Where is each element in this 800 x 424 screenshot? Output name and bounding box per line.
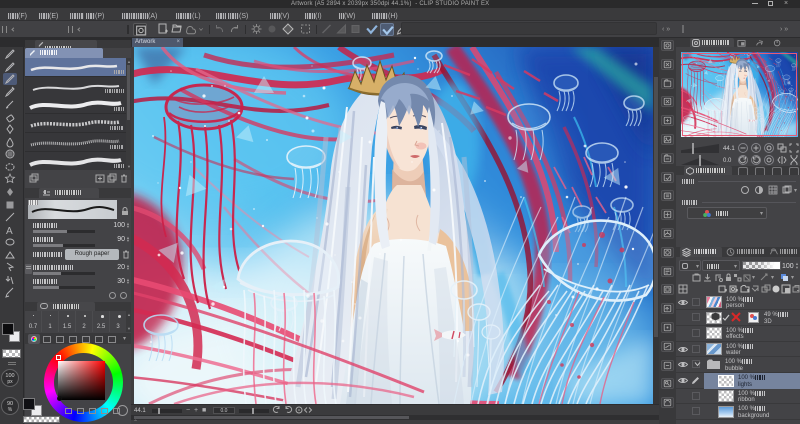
svg-text:A: A <box>6 226 13 236</box>
